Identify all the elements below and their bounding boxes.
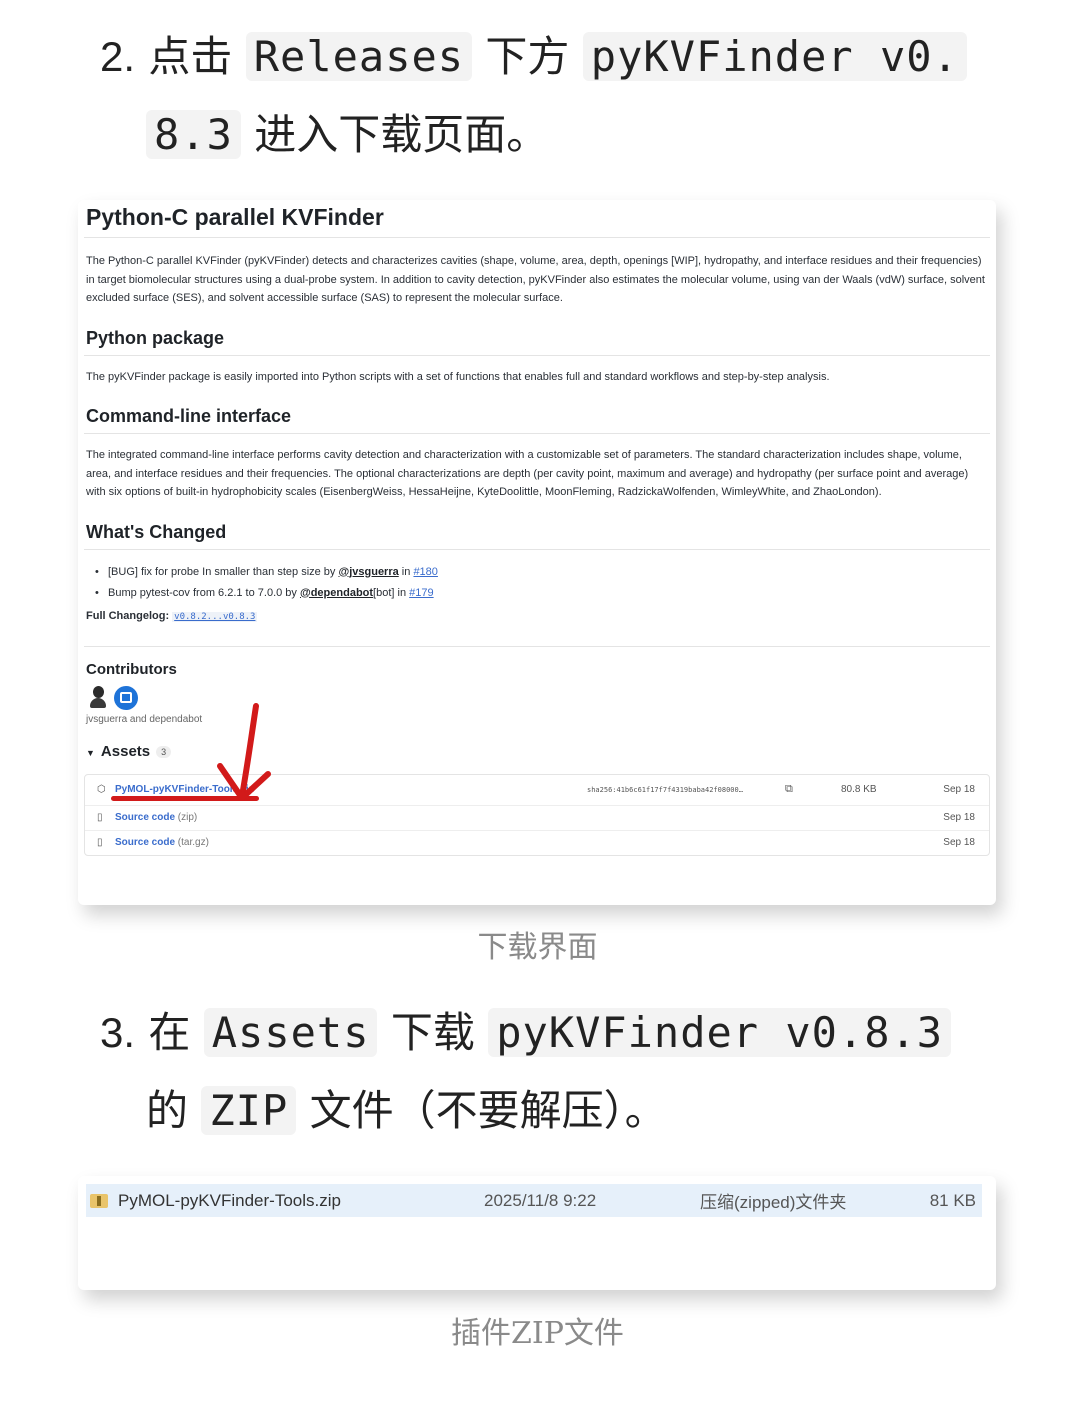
file-zip-icon: ▯ — [97, 837, 103, 848]
asset-sha: sha256:41b6c61f17f7f4319baba42f08000… — [587, 785, 743, 794]
zip-folder-icon — [90, 1193, 108, 1208]
file-explorer-screenshot: PyMOL-pyKVFinder-Tools.zip 2025/11/8 9:2… — [78, 1176, 996, 1290]
step-text: 点击 — [148, 32, 233, 81]
inline-code: pyKVFinder v0.8.3 — [488, 1008, 952, 1057]
asset-date: Sep 18 — [943, 784, 975, 795]
step-3-instruction: 3. 在 Assets 下载 pyKVFinder v0.8.3 的 ZIP 文… — [100, 994, 1000, 1150]
file-name: PyMOL-pyKVFinder-Tools.zip — [118, 1190, 341, 1210]
release-intro: The Python-C parallel KVFinder (pyKVFind… — [86, 255, 985, 304]
triangle-down-icon: ▼ — [86, 747, 95, 758]
package-icon: ⬡ — [97, 784, 106, 795]
asset-date: Sep 18 — [943, 837, 975, 848]
change-in: in — [394, 586, 410, 599]
python-package-text: The pyKVFinder package is easily importe… — [86, 370, 830, 383]
red-arrow-annotation — [217, 703, 271, 801]
caption-zip-file: 插件ZIP文件 — [451, 1316, 624, 1351]
inline-code: Releases — [245, 32, 473, 81]
pr-link[interactable]: #179 — [409, 587, 433, 599]
change-in: in — [398, 565, 414, 578]
changelog-label: Full Changelog: — [86, 609, 170, 622]
change-item: [BUG] fix for probe In smaller than step… — [86, 562, 988, 583]
file-size: 81 KB — [929, 1190, 976, 1210]
step-text: 下方 — [485, 32, 570, 81]
whats-changed-heading: What's Changed — [84, 512, 990, 550]
file-row[interactable]: PyMOL-pyKVFinder-Tools.zip 2025/11/8 9:2… — [86, 1184, 982, 1217]
asset-name: Source code — [115, 812, 176, 823]
asset-format: (tar.gz) — [175, 837, 209, 848]
user-link[interactable]: @jvsguerra — [338, 566, 398, 578]
assets-label: Assets — [100, 742, 151, 760]
caption-download-page: 下载界面 — [477, 930, 598, 965]
file-type: 压缩(zipped)文件夹 — [700, 1193, 847, 1212]
python-package-heading: Python package — [84, 318, 990, 356]
inline-code: Assets — [203, 1008, 378, 1057]
file-date: 2025/11/8 9:22 — [484, 1190, 597, 1210]
inline-code: 8.3 — [146, 110, 241, 159]
asset-link[interactable]: Source code (tar.gz) — [115, 837, 587, 848]
full-changelog: Full Changelog: v0.8.2...v0.8.3 — [84, 604, 990, 622]
avatar[interactable] — [90, 685, 106, 708]
changes-list: [BUG] fix for probe In smaller than step… — [84, 562, 990, 604]
assets-count: 3 — [156, 745, 172, 758]
step-text: 文件（不要解压）。 — [309, 1086, 667, 1135]
step-text: 的 — [146, 1086, 189, 1135]
change-item: Bump pytest-cov from 6.2.1 to 7.0.0 by @… — [86, 583, 988, 604]
asset-format: (zip) — [175, 812, 198, 823]
asset-link[interactable]: Source code (zip) — [115, 812, 587, 823]
asset-date: Sep 18 — [943, 812, 975, 823]
asset-size: 80.8 KB — [841, 784, 877, 795]
cli-heading: Command-line interface — [84, 396, 990, 434]
asset-name: Source code — [115, 837, 176, 848]
asset-link[interactable]: PyMOL-pyKVFinder-Tools.zip — [111, 784, 587, 801]
step-number: 2. — [100, 33, 136, 80]
step-text: 进入下载页面。 — [254, 110, 549, 159]
user-suffix: [bot] — [373, 586, 395, 599]
change-text: [BUG] fix for probe In smaller than step… — [108, 565, 339, 578]
avatar[interactable] — [114, 685, 138, 710]
cli-text: The integrated command-line interface pe… — [86, 449, 969, 498]
divider — [84, 645, 990, 647]
copy-icon[interactable]: ⧉ — [785, 783, 841, 796]
contributors-heading: Contributors — [86, 660, 177, 678]
change-text: Bump pytest-cov from 6.2.1 to 7.0.0 by — [108, 586, 300, 599]
step-text: 在 — [148, 1008, 191, 1057]
pr-link[interactable]: #180 — [413, 566, 437, 578]
step-2-instruction: 2. 点击 Releases 下方 pyKVFinder v0. 8.3 进入下… — [100, 18, 1000, 174]
asset-row: ▯ Source code (tar.gz) Sep 18 — [85, 829, 989, 855]
file-zip-icon: ▯ — [97, 812, 103, 823]
changelog-link[interactable]: v0.8.2...v0.8.3 — [172, 611, 258, 622]
step-number: 3. — [100, 1009, 136, 1056]
user-link[interactable]: @dependabot — [300, 587, 373, 599]
release-title: Python-C parallel KVFinder — [84, 200, 990, 238]
inline-code: pyKVFinder v0. — [582, 32, 967, 81]
inline-code: ZIP — [201, 1086, 297, 1135]
step-text: 下载 — [390, 1008, 475, 1057]
asset-row: ▯ Source code (zip) Sep 18 — [85, 804, 989, 830]
